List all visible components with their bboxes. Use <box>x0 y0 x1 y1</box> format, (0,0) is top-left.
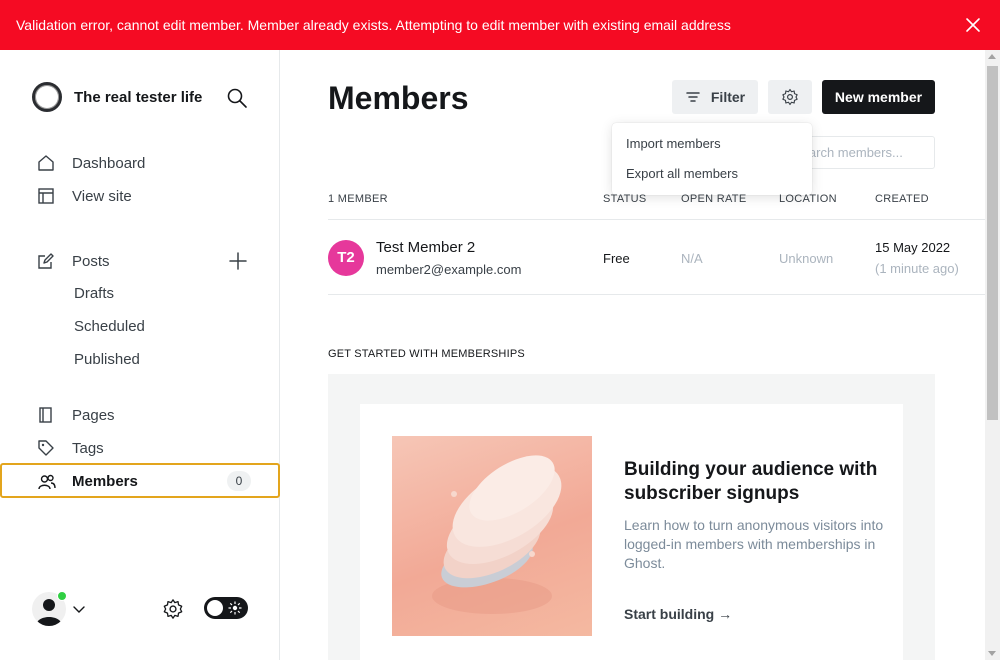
table-divider <box>328 219 985 220</box>
member-created: 15 May 2022 <box>875 240 951 255</box>
nav-drafts[interactable]: Drafts <box>74 285 114 302</box>
sun-icon <box>228 601 242 615</box>
main-content: Members Filter New member Search members… <box>280 50 985 660</box>
nav-members[interactable]: Members 0 <box>0 463 280 498</box>
nav-scheduled[interactable]: Scheduled <box>74 318 145 335</box>
site-name: The real tester life <box>74 88 203 106</box>
member-avatar: T2 <box>328 240 364 276</box>
nav-members-label: Members <box>72 473 138 490</box>
start-building-link[interactable]: Start building → <box>624 606 732 622</box>
nav-posts-label: Posts <box>72 252 110 270</box>
export-members-option[interactable]: Export all members <box>626 166 738 181</box>
member-status: Free <box>603 251 630 266</box>
discs-illustration <box>392 436 592 636</box>
status-header[interactable]: STATUS <box>603 193 647 205</box>
site-logo <box>32 82 62 112</box>
import-members-option[interactable]: Import members <box>626 136 721 151</box>
nav-pages-label: Pages <box>72 406 115 424</box>
chevron-down-icon[interactable] <box>72 602 86 616</box>
gear-icon <box>782 88 798 106</box>
page-icon <box>39 407 52 423</box>
plus-icon[interactable] <box>228 251 248 271</box>
site-brand[interactable]: The real tester life <box>32 82 202 112</box>
toggle-knob <box>207 600 223 616</box>
new-member-button[interactable]: New member <box>822 80 935 114</box>
member-count-header: 1 MEMBER <box>328 193 388 205</box>
nav-dashboard[interactable]: Dashboard <box>36 153 145 173</box>
get-started-panel: Building your audience with subscriber s… <box>328 374 935 660</box>
member-email: member2@example.com <box>376 262 522 277</box>
filter-icon <box>686 92 700 102</box>
nav-posts[interactable]: Posts <box>36 251 110 271</box>
actions-dropdown: Import members Export all members <box>612 123 812 195</box>
location-header[interactable]: LOCATION <box>779 193 837 205</box>
filter-button[interactable]: Filter <box>672 80 758 114</box>
scroll-thumb[interactable] <box>987 66 998 420</box>
created-header[interactable]: CREATED <box>875 193 929 205</box>
get-started-description: Learn how to turn anonymous visitors int… <box>624 517 884 571</box>
theme-toggle[interactable] <box>204 597 248 619</box>
actions-menu-button[interactable] <box>768 80 812 114</box>
get-started-label: GET STARTED WITH MEMBERSHIPS <box>328 348 525 360</box>
members-icon <box>38 474 56 490</box>
alert-message: Validation error, cannot edit member. Me… <box>16 17 731 33</box>
tag-icon <box>38 440 54 456</box>
scroll-down-arrow[interactable] <box>988 651 996 656</box>
nav-view-site[interactable]: View site <box>36 186 132 206</box>
nav-tags-label: Tags <box>72 439 104 457</box>
page-title: Members <box>328 80 469 116</box>
member-name: Test Member 2 <box>376 239 476 256</box>
nav-view-site-label: View site <box>72 187 132 205</box>
row-divider <box>328 294 985 295</box>
close-icon[interactable] <box>964 16 982 34</box>
nav-published[interactable]: Published <box>74 351 140 368</box>
scroll-up-arrow[interactable] <box>988 54 996 59</box>
nav-pages[interactable]: Pages <box>36 405 115 425</box>
open-rate-header[interactable]: OPEN RATE <box>681 193 746 205</box>
filter-label: Filter <box>710 89 746 105</box>
home-icon <box>38 155 54 171</box>
member-open-rate: N/A <box>681 251 703 266</box>
search-icon[interactable] <box>226 87 248 109</box>
validation-error-banner: Validation error, cannot edit member. Me… <box>0 0 1000 50</box>
nav-tags[interactable]: Tags <box>36 438 104 458</box>
gear-icon[interactable] <box>162 598 184 620</box>
scrollbar[interactable] <box>985 50 1000 660</box>
member-location: Unknown <box>779 251 834 266</box>
get-started-title: Building your audience with subscriber s… <box>624 459 878 504</box>
sidebar: The real tester life Dashboard View site… <box>0 50 280 660</box>
get-started-card: Building your audience with subscriber s… <box>360 404 903 660</box>
member-created-ago: (1 minute ago) <box>875 261 959 276</box>
browser-icon <box>38 188 54 204</box>
nav-dashboard-label: Dashboard <box>72 154 146 172</box>
members-count-badge: 0 <box>227 471 251 491</box>
edit-icon <box>38 253 54 269</box>
online-status-dot <box>57 591 67 601</box>
